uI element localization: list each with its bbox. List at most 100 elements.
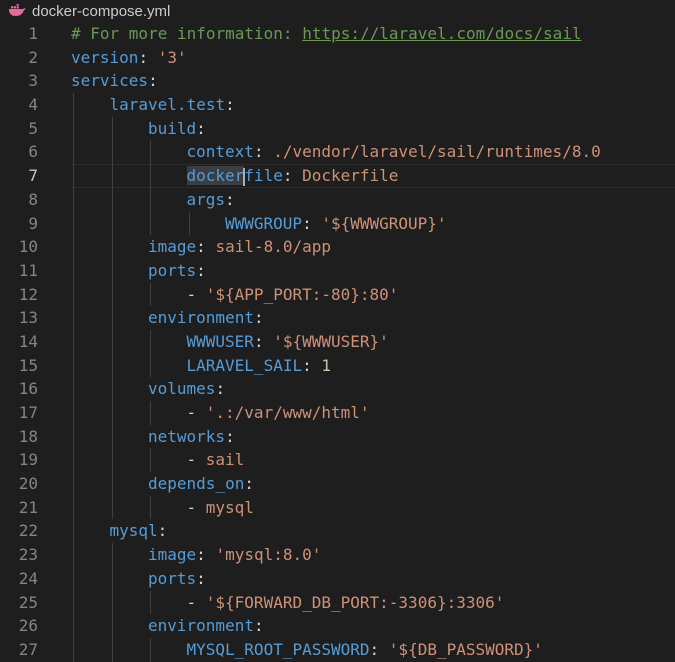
code-line[interactable]: 4 laravel.test:	[0, 93, 675, 117]
code-line[interactable]: 5 build:	[0, 116, 675, 141]
token-punc: :	[196, 118, 206, 138]
code-line[interactable]: 23 image: 'mysql:8.0'	[0, 543, 675, 567]
token-punc: :	[148, 71, 158, 91]
indent-guide	[111, 472, 113, 496]
indent-guide	[111, 614, 113, 638]
line-number: 18	[18, 426, 38, 446]
line-number: 14	[18, 331, 38, 351]
code-line[interactable]: 7 dockerfile: Dockerfile	[0, 164, 675, 188]
token-punc: :	[225, 189, 235, 209]
indent-guide	[150, 495, 151, 520]
token-key: volumes	[148, 379, 216, 399]
code-line[interactable]: 10 image: sail-8.0/app	[0, 235, 675, 259]
indent-guide	[111, 566, 113, 591]
code-content: version: '3'	[71, 46, 187, 70]
line-number: 7	[28, 166, 38, 186]
code-line[interactable]: 6 context: ./vendor/laravel/sail/runtimes…	[0, 140, 675, 165]
indent-guide	[150, 448, 151, 473]
code-content: context: ./vendor/laravel/sail/runtimes/…	[187, 140, 601, 164]
indent-guide	[73, 424, 74, 449]
token-key: docker	[186, 166, 245, 186]
indent-guide	[73, 187, 74, 212]
code-content: depends_on:	[148, 472, 254, 496]
code-line[interactable]: 22 mysql:	[0, 519, 675, 544]
code-line[interactable]: 13 environment:	[0, 306, 675, 330]
code-line[interactable]: 26 environment:	[0, 614, 675, 638]
token-punc: -	[186, 592, 206, 612]
token-punc: :	[196, 545, 216, 565]
code-editor[interactable]: 1 # For more information: https://laravel…	[0, 22, 675, 662]
token-key: depends_on	[148, 474, 245, 494]
code-line[interactable]: 12 - '${APP_PORT:-80}:80'	[0, 282, 675, 307]
token-comment: # For more information:	[71, 24, 303, 43]
code-line[interactable]: 24 ports:	[0, 566, 675, 591]
line-number: 15	[18, 355, 38, 375]
line-number: 20	[18, 474, 38, 494]
code-line[interactable]: 2 version: '3'	[0, 46, 675, 70]
indent-guide	[73, 235, 74, 259]
code-line[interactable]: 9 WWWGROUP: '${WWWGROUP}'	[0, 211, 675, 236]
indent-guide	[150, 164, 151, 188]
code-line[interactable]: 27 MYSQL_ROOT_PASSWORD: '${DB_PASSWORD}'	[0, 637, 675, 662]
token-punc: :	[196, 237, 216, 257]
indent-guide	[111, 329, 113, 354]
token-str: Dockerfile	[302, 166, 399, 186]
line-number: 22	[18, 521, 38, 541]
code-line[interactable]: 17 - '.:/var/www/html'	[0, 401, 675, 425]
token-str: sail-8.0/app	[215, 237, 332, 257]
line-number: 10	[18, 237, 38, 257]
code-line[interactable]: 18 networks:	[0, 424, 675, 449]
indent-guide	[73, 211, 74, 236]
tab-filename: docker-compose.yml	[32, 2, 171, 20]
indent-guide	[73, 448, 74, 473]
token-punc: :	[196, 568, 206, 588]
code-content: - sail	[187, 448, 245, 472]
token-link: https://laravel.com/docs/sail	[302, 24, 582, 43]
code-content: WWWUSER: '${WWWUSER}'	[187, 330, 389, 354]
token-punc: -	[186, 450, 206, 470]
indent-guide	[73, 614, 74, 638]
line-number: 19	[18, 450, 38, 470]
indent-guide	[111, 401, 113, 425]
indent-guide	[73, 495, 74, 520]
code-content: ports:	[148, 259, 206, 283]
indent-guide	[111, 306, 113, 330]
indent-guide	[73, 637, 74, 662]
token-punc: :	[282, 166, 303, 186]
code-line[interactable]: 1 # For more information: https://laravel…	[0, 22, 675, 46]
indent-guide	[73, 566, 74, 591]
code-line[interactable]: 11 ports:	[0, 258, 675, 283]
token-key: WWWGROUP	[225, 213, 303, 233]
token-key: args	[186, 189, 226, 209]
code-content: environment:	[148, 306, 264, 330]
token-key: mysql	[109, 521, 158, 541]
code-line[interactable]: 16 volumes:	[0, 377, 675, 401]
code-content: environment:	[148, 614, 264, 638]
code-content: - '.:/var/www/html'	[187, 401, 370, 425]
editor-tab[interactable]: docker-compose.yml	[0, 0, 675, 22]
code-line[interactable]: 19 - sail	[0, 448, 675, 473]
token-punc: :	[138, 47, 158, 67]
token-key: LARAVEL_SAIL	[186, 355, 303, 375]
token-str: 'mysql:8.0'	[215, 545, 322, 565]
code-line[interactable]: 14 WWWUSER: '${WWWUSER}'	[0, 329, 675, 354]
code-content: volumes:	[148, 377, 225, 401]
token-num: 1	[321, 355, 331, 375]
token-punc: :	[369, 639, 389, 659]
line-number: 24	[18, 568, 38, 588]
code-line[interactable]: 25 - '${FORWARD_DB_PORT:-3306}:3306'	[0, 590, 675, 615]
line-number: 1	[28, 24, 38, 43]
token-punc: :	[225, 95, 235, 115]
token-key: WWWUSER	[186, 331, 254, 351]
line-number: 12	[18, 284, 38, 304]
token-key: image	[148, 545, 197, 565]
code-line[interactable]: 8 args:	[0, 187, 675, 212]
line-number: 13	[18, 308, 38, 328]
code-line[interactable]: 20 depends_on:	[0, 472, 675, 496]
token-punc: :	[215, 379, 226, 399]
indent-guide	[73, 140, 74, 165]
code-line[interactable]: 3 services:	[0, 69, 675, 93]
code-line[interactable]: 15 LARAVEL_SAIL: 1	[0, 353, 675, 378]
token-punc: :	[253, 331, 274, 351]
code-line[interactable]: 21 - mysql	[0, 495, 675, 520]
